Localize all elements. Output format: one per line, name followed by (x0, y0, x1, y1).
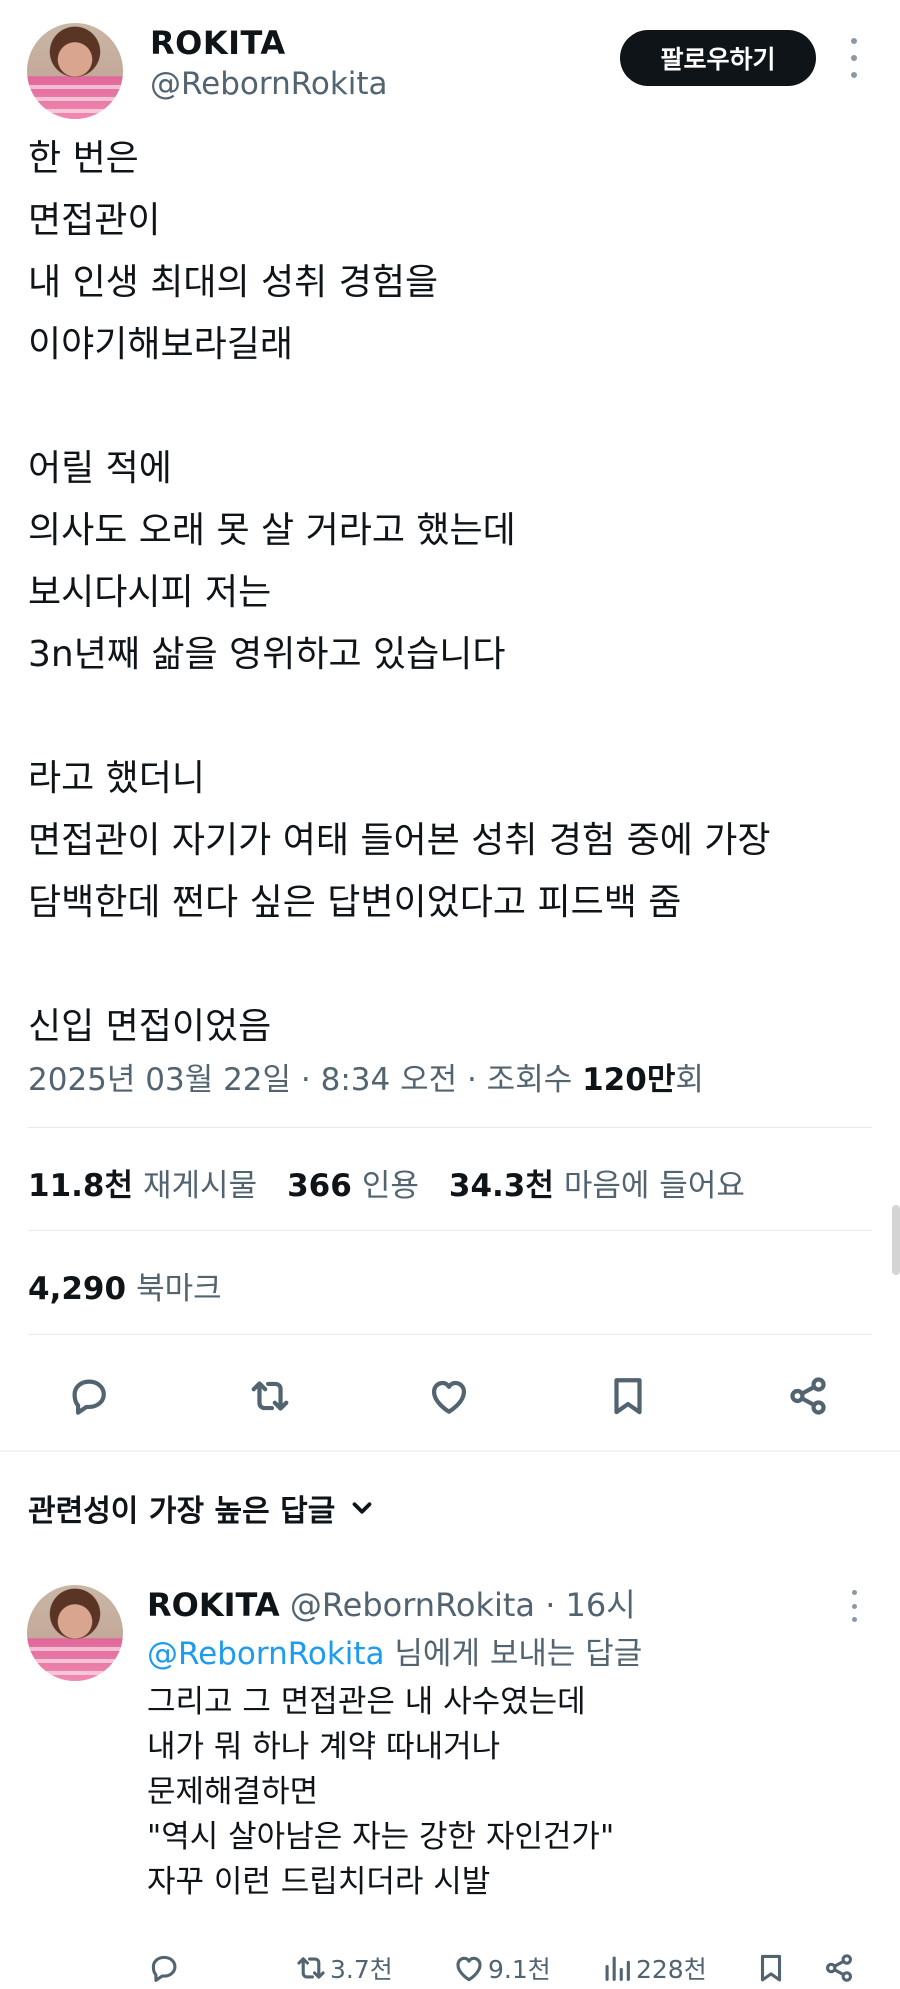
author-avatar[interactable] (27, 23, 123, 119)
reply-icon (72, 1379, 106, 1415)
author-display-name[interactable]: ROKITA (150, 24, 286, 62)
reply-share-button[interactable] (822, 1950, 858, 1986)
likes-count[interactable]: 34.3천 (449, 1160, 554, 1205)
repost-icon (251, 1381, 289, 1411)
reply-like-button[interactable]: 9.1천 (452, 1950, 551, 1986)
heart-icon (456, 1956, 482, 1982)
bookmark-button[interactable] (600, 1368, 656, 1424)
heart-icon (431, 1380, 467, 1414)
reply-more-vertical-icon[interactable] (844, 1590, 864, 1622)
reply-author-handle[interactable]: @RebornRokita (290, 1586, 535, 1624)
views-suffix: 회 (675, 1062, 704, 1098)
reply-author-name[interactable]: ROKITA (147, 1586, 280, 1624)
divider (28, 1334, 872, 1335)
reply-repost-button[interactable]: 3.7천 (294, 1950, 393, 1986)
engagement-stats: 11.8천 재게시물 366 인용 34.3천 마음에 들어요 (28, 1160, 775, 1205)
reply-views-button[interactable]: 228천 (600, 1950, 707, 1986)
reposts-label[interactable]: 재게시물 (143, 1160, 257, 1205)
reply-sort-selector[interactable]: 관련성이 가장 높은 답글 (28, 1486, 377, 1530)
bookmark-stats: 4,290 북마크 (28, 1263, 222, 1308)
bookmarks-count[interactable]: 4,290 (28, 1271, 126, 1307)
post-header: ROKITA @RebornRokita 팔로우하기 (0, 0, 900, 120)
author-handle[interactable]: @RebornRokita (150, 66, 388, 102)
post-date-time[interactable]: 2025년 03월 22일 · 8:34 오전 · 조회수 (28, 1062, 582, 1098)
more-vertical-icon[interactable] (842, 38, 866, 78)
reply-button[interactable] (61, 1368, 117, 1424)
repost-icon (297, 1957, 325, 1979)
chevron-down-icon (352, 1502, 372, 1514)
reply-like-count: 9.1천 (488, 1955, 551, 1984)
bookmark-icon (614, 1378, 642, 1415)
reply-sort-label: 관련성이 가장 높은 답글 (28, 1494, 336, 1529)
views-count: 120만 (582, 1062, 676, 1098)
reply-reply-button[interactable] (147, 1950, 183, 1986)
reply-view-count: 228천 (636, 1955, 707, 1984)
replying-to-suffix: 님에게 보내는 답글 (384, 1636, 643, 1672)
like-button[interactable] (421, 1368, 477, 1424)
divider (28, 1230, 872, 1231)
reply-action-bar: 3.7천 9.1천 228천 (0, 1950, 900, 1986)
repost-button[interactable] (242, 1368, 298, 1424)
post-text: 한 번은 면접관이 내 인생 최대의 성취 경험을 이야기해보라길래 어릴 적에… (28, 138, 771, 1047)
scrollbar-thumb[interactable] (892, 1205, 900, 1275)
reply-header: ROKITA @RebornRokita · 16시 (147, 1580, 636, 1626)
bookmark-icon (760, 1954, 782, 1982)
reply-bookmark-button[interactable] (754, 1950, 790, 1986)
reply-author-avatar[interactable] (27, 1585, 123, 1681)
post-meta: 2025년 03월 22일 · 8:34 오전 · 조회수 120만회 (28, 1054, 704, 1099)
reply-icon (151, 1955, 177, 1982)
share-icon (790, 1377, 826, 1415)
reply-timestamp[interactable]: 16시 (566, 1586, 636, 1624)
likes-label[interactable]: 마음에 들어요 (564, 1160, 745, 1205)
reply-repost-count: 3.7천 (330, 1955, 393, 1984)
replying-to: @RebornRokita 님에게 보내는 답글 (147, 1628, 642, 1673)
share-icon (825, 1954, 853, 1982)
quotes-label[interactable]: 인용 (362, 1160, 419, 1205)
share-button[interactable] (780, 1368, 836, 1424)
replying-to-mention[interactable]: @RebornRokita (147, 1636, 385, 1672)
reposts-count[interactable]: 11.8천 (28, 1160, 133, 1205)
quotes-count[interactable]: 366 (287, 1168, 352, 1204)
views-icon (605, 1956, 630, 1981)
divider (28, 1127, 872, 1128)
post-action-bar (0, 1368, 900, 1424)
section-separator (0, 1450, 900, 1452)
reply-text: 그리고 그 면접관은 내 사수였는데 내가 뭐 하나 계약 따내거나 문제해결하… (147, 1684, 615, 1900)
follow-button[interactable]: 팔로우하기 (620, 30, 816, 86)
reply-separator: · (535, 1586, 566, 1624)
bookmarks-label[interactable]: 북마크 (136, 1263, 222, 1308)
